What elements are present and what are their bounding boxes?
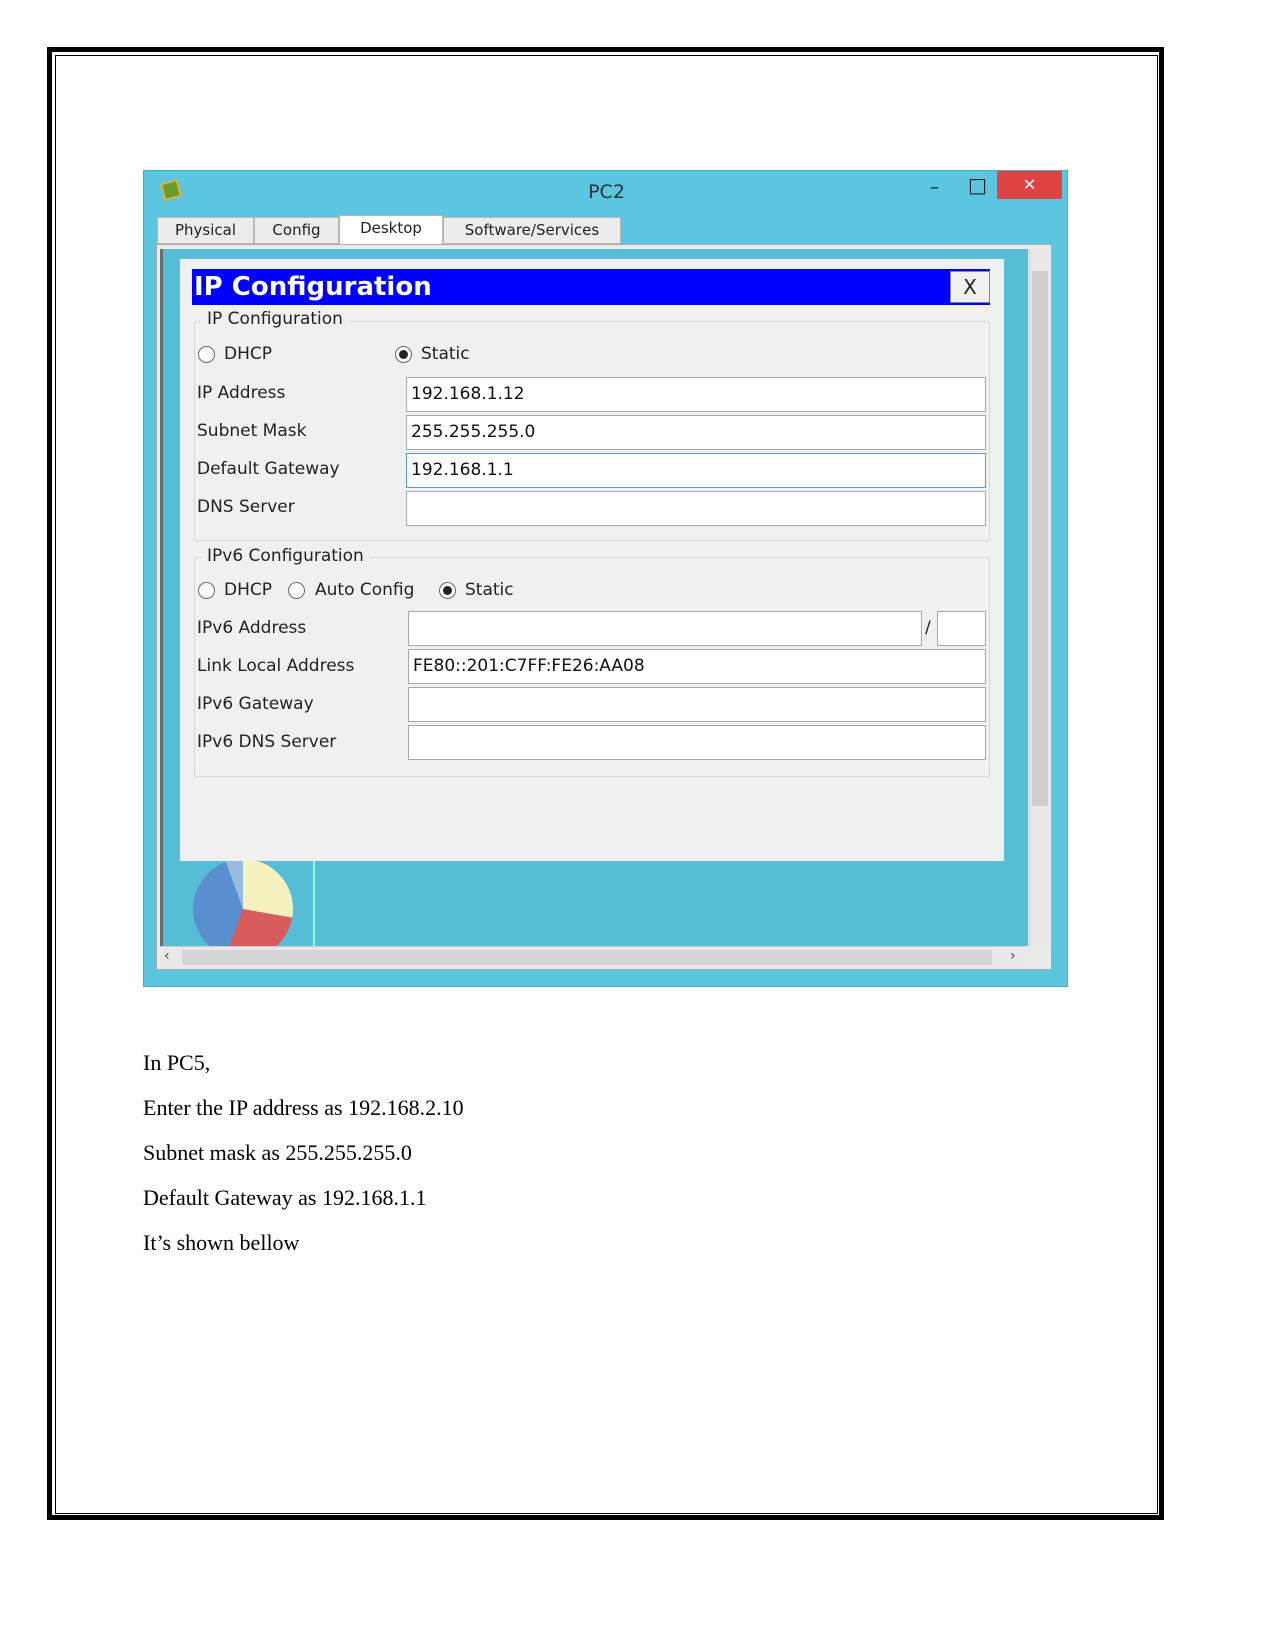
doc-line: Subnet mask as 255.255.255.0 (143, 1140, 412, 1165)
default-gateway-field[interactable]: 192.168.1.1 (406, 453, 986, 488)
dns-server-field[interactable] (406, 491, 986, 526)
ipv6-prefix-field[interactable] (937, 611, 986, 646)
doc-line: Default Gateway as 192.168.1.1 (143, 1185, 427, 1210)
ipv4-static-label: Static (421, 344, 470, 364)
maximize-button[interactable]: □ (968, 173, 987, 197)
link-local-field[interactable]: FE80::201:C7FF:FE26:AA08 (408, 649, 986, 684)
ipv4-dhcp-radio[interactable] (198, 346, 215, 363)
scroll-left-icon[interactable]: ‹ (164, 948, 170, 964)
doc-line: Enter the IP address as 192.168.2.10 (143, 1095, 464, 1120)
minimize-button[interactable]: – (930, 177, 939, 198)
ipv6-gateway-field[interactable] (408, 687, 986, 722)
default-gateway-label: Default Gateway (197, 459, 340, 479)
ipv6-auto-config-label: Auto Config (315, 580, 415, 600)
ipv6-address-label: IPv6 Address (197, 618, 307, 638)
subnet-mask-field[interactable]: 255.255.255.0 (406, 415, 986, 450)
pc2-window-screenshot: PC2 – □ ✕ Physical Config Desktop Softwa… (143, 170, 1068, 987)
tab-physical[interactable]: Physical (157, 217, 254, 244)
ipv6-dhcp-label: DHCP (224, 580, 272, 600)
ipv6-auto-config-radio[interactable] (288, 582, 305, 599)
desktop-icon-pie (193, 859, 293, 959)
link-local-label: Link Local Address (197, 656, 355, 676)
ipv4-static-radio[interactable] (395, 346, 412, 363)
prefix-slash: / (925, 618, 931, 638)
ipv6-dns-label: IPv6 DNS Server (197, 732, 337, 752)
dns-server-label: DNS Server (197, 497, 295, 517)
ip-address-label: IP Address (197, 383, 286, 403)
dialog-close-button[interactable]: X (950, 271, 990, 303)
doc-line: In PC5, (143, 1050, 211, 1075)
ip-address-field[interactable]: 192.168.1.12 (406, 377, 986, 412)
ipv4-legend: IP Configuration (201, 309, 349, 329)
tab-software-services[interactable]: Software/Services (443, 217, 621, 244)
ipv4-dhcp-label: DHCP (224, 344, 272, 364)
ipv6-address-field[interactable] (408, 611, 922, 646)
ipv6-static-label: Static (465, 580, 514, 600)
vertical-scrollbar[interactable] (1029, 249, 1050, 946)
ipv6-dns-field[interactable] (408, 725, 986, 760)
ipv6-gateway-label: IPv6 Gateway (197, 694, 314, 714)
scroll-right-icon[interactable]: › (1010, 948, 1016, 964)
ipv6-legend: IPv6 Configuration (201, 546, 370, 566)
ipv6-static-radio[interactable] (439, 582, 456, 599)
subnet-mask-label: Subnet Mask (197, 421, 307, 441)
scrollbar-thumb[interactable] (1032, 271, 1048, 806)
tab-config[interactable]: Config (254, 217, 339, 244)
doc-line: It’s shown bellow (143, 1230, 300, 1255)
tab-desktop[interactable]: Desktop (339, 215, 443, 245)
horizontal-scrollbar[interactable]: ‹ › (160, 946, 1025, 968)
dialog-title: IP Configuration (192, 269, 990, 305)
scrollbar-h-thumb[interactable] (182, 950, 992, 965)
close-button[interactable]: ✕ (997, 171, 1062, 199)
ipv6-dhcp-radio[interactable] (198, 582, 215, 599)
